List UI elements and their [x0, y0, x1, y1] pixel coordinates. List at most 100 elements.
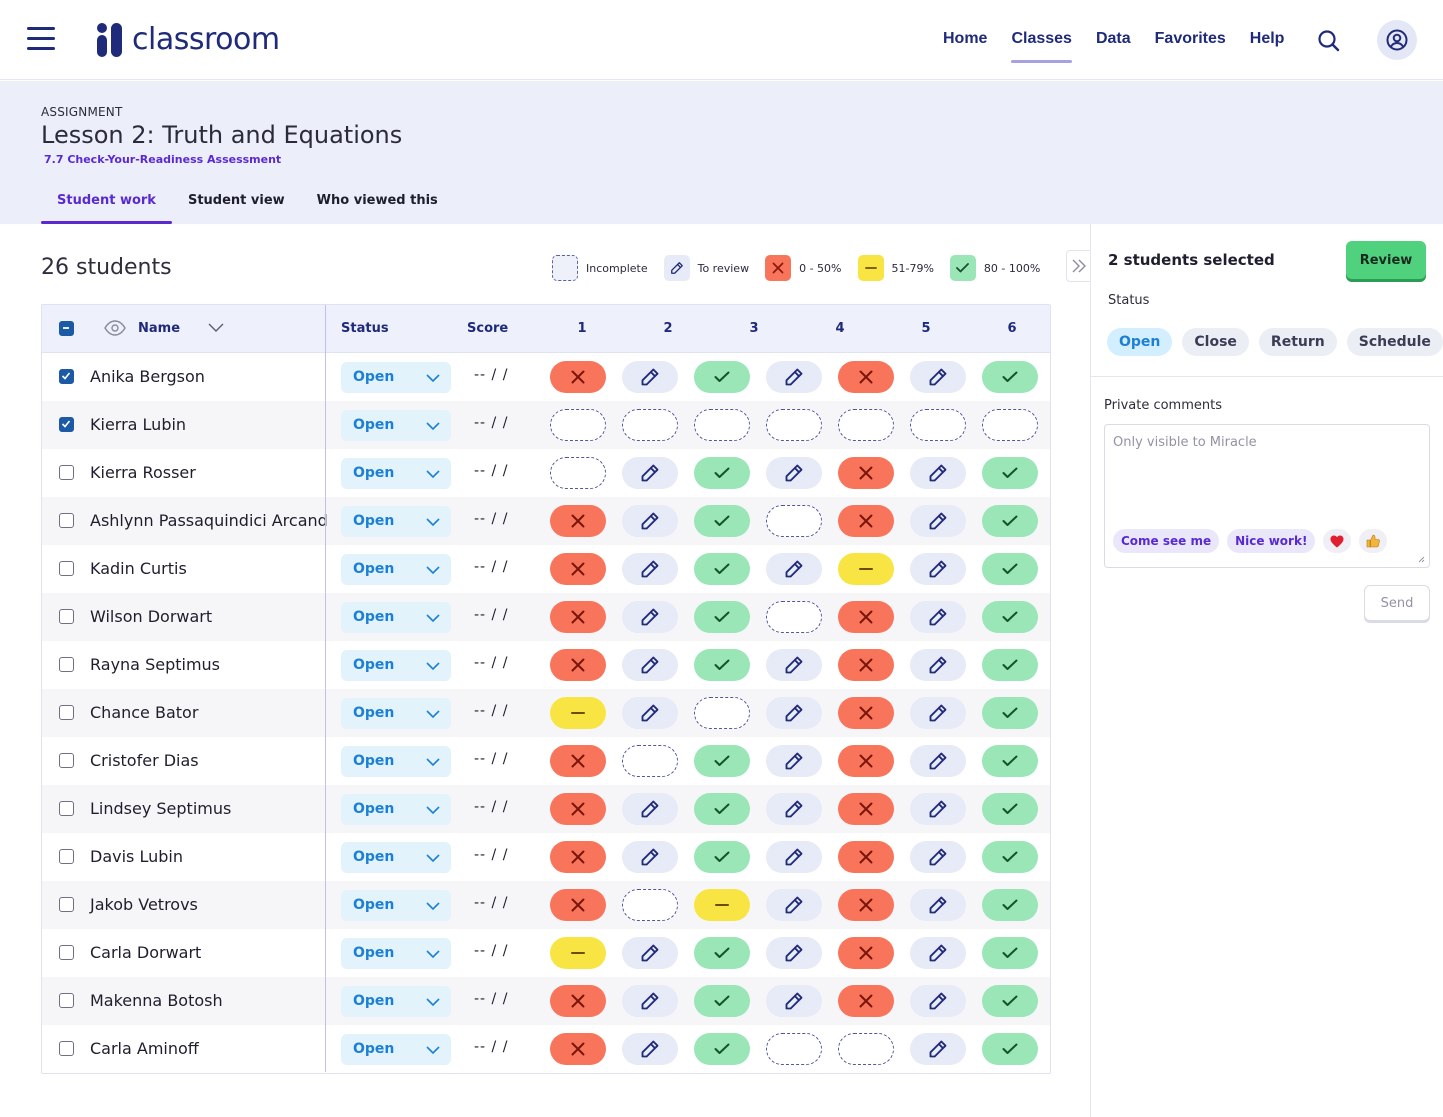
question-result-incomplete[interactable]	[766, 1033, 822, 1065]
question-result-review[interactable]	[910, 841, 966, 873]
question-result-review[interactable]	[910, 505, 966, 537]
question-result-green[interactable]	[694, 553, 750, 585]
question-result-review[interactable]	[910, 649, 966, 681]
question-result-green[interactable]	[982, 361, 1038, 393]
student-name[interactable]: Wilson Dorwart	[90, 607, 212, 626]
question-result-green[interactable]	[694, 985, 750, 1017]
question-result-review[interactable]	[766, 649, 822, 681]
row-checkbox[interactable]	[59, 753, 74, 768]
status-dropdown[interactable]: Open	[341, 602, 451, 633]
row-checkbox[interactable]	[59, 705, 74, 720]
question-result-green[interactable]	[694, 793, 750, 825]
status-dropdown[interactable]: Open	[341, 842, 451, 873]
question-result-red[interactable]	[838, 505, 894, 537]
row-checkbox[interactable]	[59, 1041, 74, 1056]
question-result-green[interactable]	[694, 745, 750, 777]
question-result-red[interactable]	[550, 985, 606, 1017]
question-result-incomplete[interactable]	[622, 889, 678, 921]
student-name[interactable]: Cristofer Dias	[90, 751, 199, 770]
name-column-header[interactable]: Name	[138, 321, 180, 336]
status-dropdown[interactable]: Open	[341, 506, 451, 537]
question-result-review[interactable]	[622, 457, 678, 489]
tab-student-work[interactable]: Student work	[41, 193, 172, 224]
resize-handle-icon[interactable]	[1418, 556, 1425, 563]
status-dropdown[interactable]: Open	[341, 1034, 451, 1065]
status-dropdown[interactable]: Open	[341, 938, 451, 969]
question-result-red[interactable]	[838, 985, 894, 1017]
search-icon[interactable]	[1316, 28, 1342, 54]
question-result-green[interactable]	[694, 601, 750, 633]
row-checkbox[interactable]	[59, 417, 74, 432]
logo[interactable]: classroom	[96, 22, 280, 58]
question-result-incomplete[interactable]	[694, 697, 750, 729]
question-result-green[interactable]	[694, 841, 750, 873]
question-result-incomplete[interactable]	[766, 601, 822, 633]
student-name[interactable]: Carla Dorwart	[90, 943, 201, 962]
question-result-review[interactable]	[766, 889, 822, 921]
student-name[interactable]: Kierra Lubin	[90, 415, 186, 434]
question-result-green[interactable]	[982, 649, 1038, 681]
row-checkbox[interactable]	[59, 513, 74, 528]
quick-comment-come-see-me[interactable]: Come see me	[1113, 529, 1220, 553]
student-name[interactable]: Kadin Curtis	[90, 559, 187, 578]
status-schedule-chip[interactable]: Schedule	[1346, 328, 1443, 356]
row-checkbox[interactable]	[59, 561, 74, 576]
question-result-review[interactable]	[910, 553, 966, 585]
question-result-yellow[interactable]	[550, 937, 606, 969]
question-result-green[interactable]	[982, 985, 1038, 1017]
chevron-down-icon[interactable]	[207, 322, 225, 334]
question-result-review[interactable]	[766, 937, 822, 969]
student-name[interactable]: Carla Aminoff	[90, 1039, 199, 1058]
question-result-green[interactable]	[982, 457, 1038, 489]
question-result-yellow[interactable]	[694, 889, 750, 921]
question-result-review[interactable]	[622, 1033, 678, 1065]
question-result-review[interactable]	[910, 601, 966, 633]
thumbs-up-icon[interactable]	[1359, 529, 1388, 553]
status-dropdown[interactable]: Open	[341, 794, 451, 825]
question-result-red[interactable]	[838, 649, 894, 681]
row-checkbox[interactable]	[59, 801, 74, 816]
question-result-green[interactable]	[694, 457, 750, 489]
question-result-green[interactable]	[694, 937, 750, 969]
student-name[interactable]: Ashlynn Passaquindici Arcand	[90, 511, 328, 530]
row-checkbox[interactable]	[59, 609, 74, 624]
question-result-green[interactable]	[694, 505, 750, 537]
status-open-chip[interactable]: Open	[1107, 328, 1173, 356]
student-name[interactable]: Chance Bator	[90, 703, 198, 722]
question-result-review[interactable]	[910, 937, 966, 969]
question-result-review[interactable]	[622, 841, 678, 873]
question-result-red[interactable]	[838, 601, 894, 633]
student-name[interactable]: Makenna Botosh	[90, 991, 223, 1010]
question-header[interactable]: 5	[898, 321, 954, 336]
question-result-incomplete[interactable]	[766, 505, 822, 537]
question-result-green[interactable]	[982, 601, 1038, 633]
status-dropdown[interactable]: Open	[341, 458, 451, 489]
row-checkbox[interactable]	[59, 849, 74, 864]
question-result-review[interactable]	[766, 697, 822, 729]
status-dropdown[interactable]: Open	[341, 746, 451, 777]
question-result-red[interactable]	[550, 745, 606, 777]
question-result-red[interactable]	[838, 697, 894, 729]
question-result-review[interactable]	[766, 793, 822, 825]
question-result-review[interactable]	[622, 697, 678, 729]
question-result-review[interactable]	[622, 505, 678, 537]
question-result-review[interactable]	[910, 889, 966, 921]
status-dropdown[interactable]: Open	[341, 650, 451, 681]
row-checkbox[interactable]	[59, 465, 74, 480]
question-result-red[interactable]	[838, 841, 894, 873]
question-result-review[interactable]	[622, 985, 678, 1017]
private-comments-textarea[interactable]: Only visible to Miracle Come see me Nice…	[1104, 424, 1430, 568]
question-result-red[interactable]	[550, 793, 606, 825]
question-result-incomplete[interactable]	[550, 409, 606, 441]
select-all-checkbox[interactable]	[59, 321, 74, 336]
question-result-green[interactable]	[694, 649, 750, 681]
student-name[interactable]: Rayna Septimus	[90, 655, 220, 674]
status-return-chip[interactable]: Return	[1258, 328, 1337, 356]
review-button[interactable]: Review	[1346, 241, 1426, 279]
question-result-red[interactable]	[550, 1033, 606, 1065]
question-result-incomplete[interactable]	[622, 409, 678, 441]
question-result-review[interactable]	[910, 361, 966, 393]
question-result-review[interactable]	[622, 601, 678, 633]
question-result-red[interactable]	[550, 889, 606, 921]
row-checkbox[interactable]	[59, 993, 74, 1008]
